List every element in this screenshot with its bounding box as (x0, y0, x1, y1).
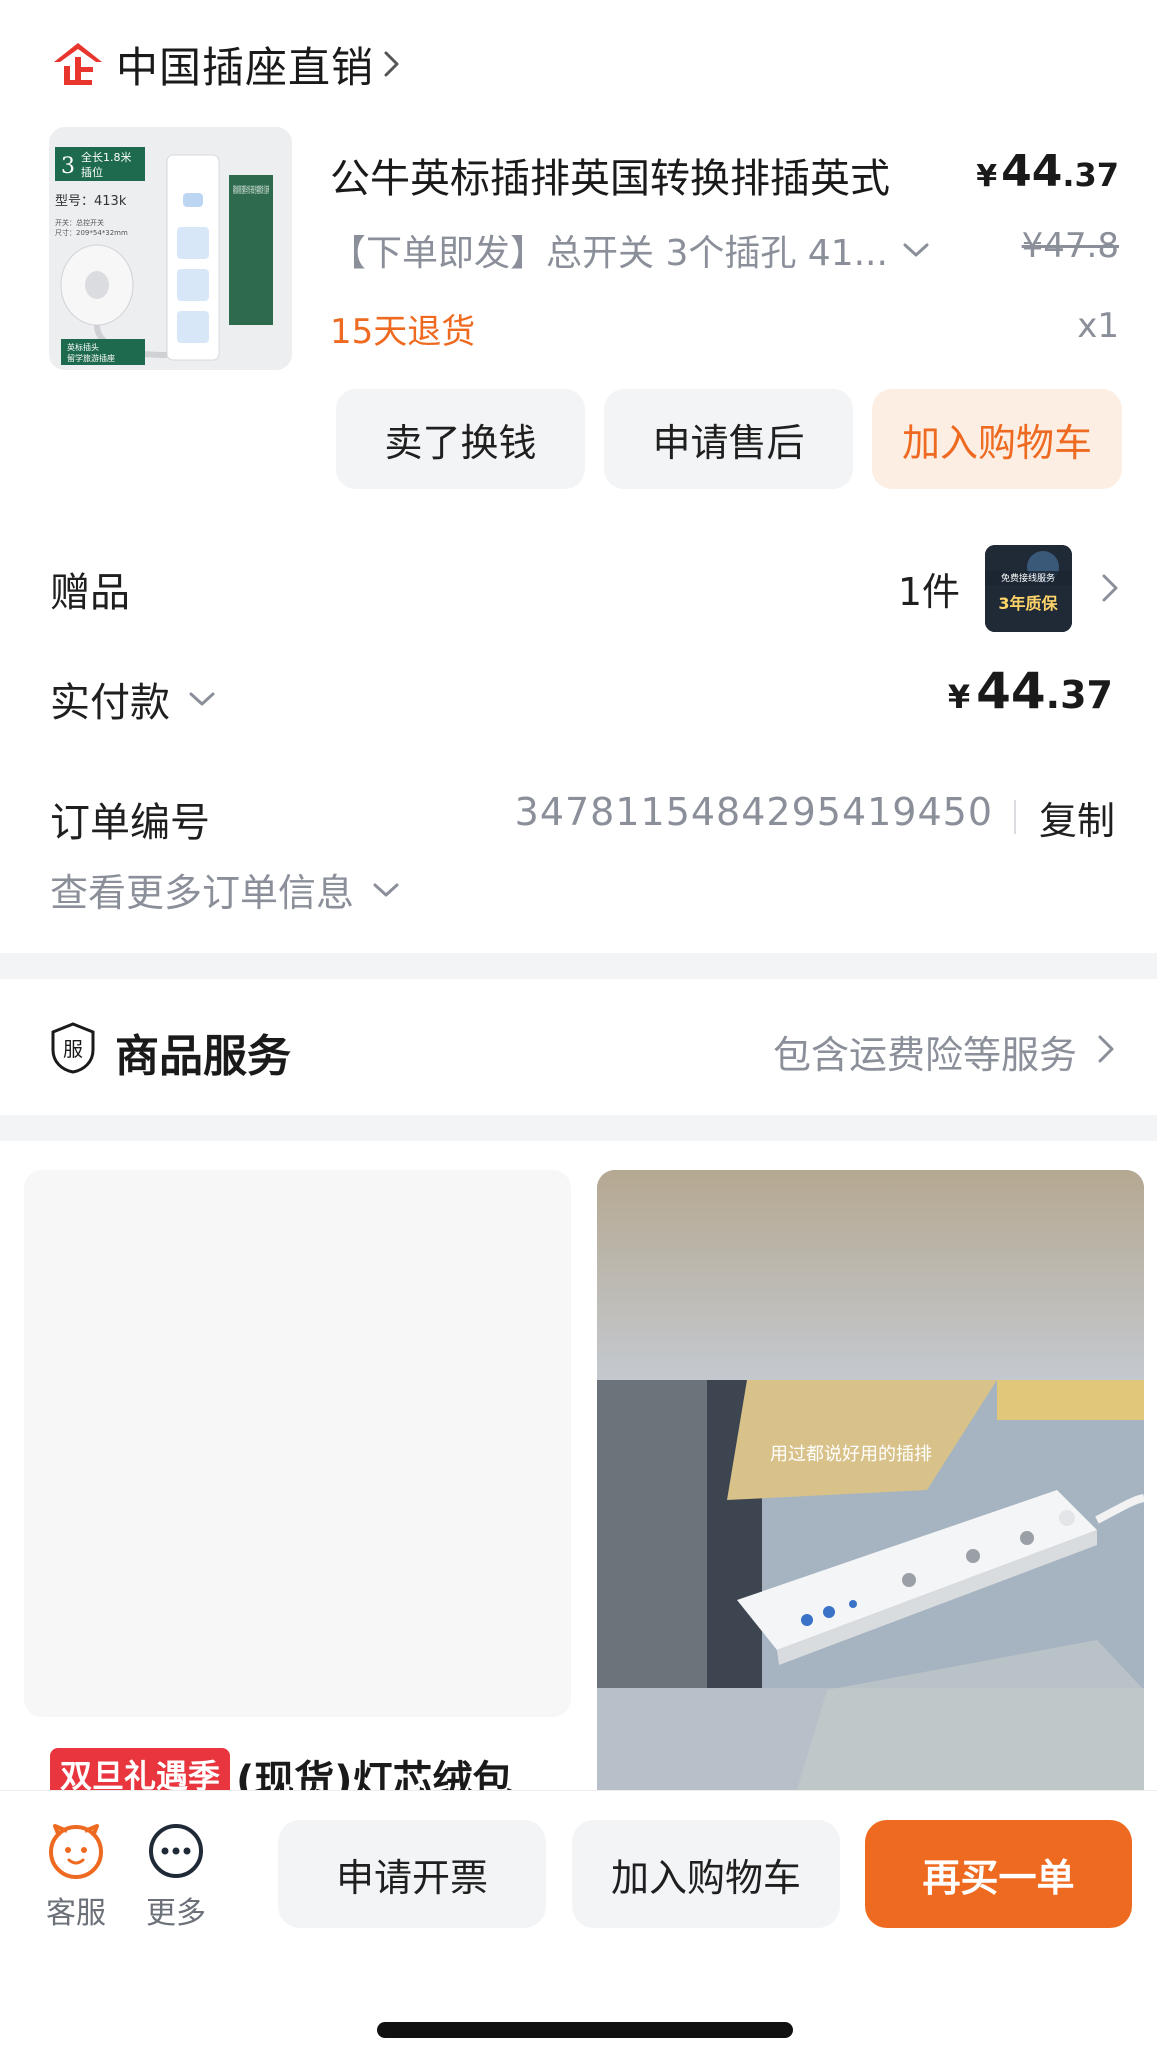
section-divider (0, 953, 1157, 979)
product-title[interactable]: 公牛英标插排英国转换排插英式 (330, 146, 890, 204)
after-sale-button[interactable]: 申请售后 (604, 389, 853, 489)
svg-text:服: 服 (63, 1037, 83, 1061)
chevron-down-icon (189, 692, 215, 706)
service-description[interactable]: 包含运费险等服务 (773, 1024, 1077, 1079)
customer-service-icon (49, 1824, 103, 1879)
order-number: 3478115484295419450 (514, 790, 993, 834)
svg-text:开关：总控开关: 开关：总控开关 (55, 218, 104, 227)
svg-text:留学旅游插座: 留学旅游插座 (67, 353, 115, 363)
product-quantity: x1 (1077, 306, 1119, 346)
chevron-right-icon[interactable] (1101, 572, 1119, 604)
enterprise-logo-icon (54, 43, 102, 85)
svg-text:3: 3 (61, 154, 75, 179)
more-order-info-label: 查看更多订单信息 (50, 871, 355, 915)
chevron-right-icon[interactable] (1097, 1033, 1115, 1065)
power-strip-video-frame (597, 1170, 1144, 1790)
sell-for-cash-button[interactable]: 卖了换钱 (336, 389, 585, 489)
paid-amount: ¥44.37 (948, 662, 1113, 720)
power-strip-image: 3 全长1.8米 插位 型号：413k 开关：总控开关 尺寸：209*54*32… (49, 127, 292, 370)
original-price: ¥47.8 (1021, 226, 1119, 266)
svg-text:插位: 插位 (81, 165, 103, 179)
product-spec-selector[interactable]: 【下单即发】总开关 3个插孔 41... (330, 224, 930, 276)
paid-integer: 44 (976, 662, 1046, 720)
customer-service-button[interactable]: 客服 (36, 1822, 116, 1932)
chevron-down-icon (373, 883, 399, 896)
bottom-add-to-cart-button[interactable]: 加入购物车 (572, 1820, 840, 1928)
svg-text:全长1.8米: 全长1.8米 (81, 150, 132, 164)
warranty-badge-image: 免费接线服务 3年质保 (985, 545, 1072, 632)
store-name[interactable]: 中国插座直销 (116, 34, 374, 95)
svg-text:型号：413k: 型号：413k (55, 194, 127, 209)
apply-invoice-button[interactable]: 申请开票 (278, 1820, 546, 1928)
video-caption: 用过都说好用的插排 (770, 1444, 932, 1465)
service-shield-icon: 服 (51, 1022, 95, 1074)
store-header[interactable]: 中国插座直销 (50, 36, 402, 92)
gift-label: 赠品 (50, 570, 130, 616)
product-price: ¥44.37 (976, 146, 1119, 197)
chevron-down-icon (903, 243, 929, 257)
price-currency: ¥ (976, 159, 998, 194)
svg-text:免费接线服务: 免费接线服务 (1001, 572, 1055, 584)
section-divider (0, 1115, 1157, 1141)
more-button[interactable]: 更多 (136, 1822, 216, 1932)
add-to-cart-button[interactable]: 加入购物车 (872, 389, 1122, 489)
order-number-label: 订单编号 (50, 800, 210, 846)
product-spec-text: 【下单即发】总开关 3个插孔 41... (330, 233, 888, 274)
more-label: 更多 (146, 1896, 206, 1931)
service-title: 商品服务 (115, 1031, 291, 1082)
divider (1014, 800, 1016, 834)
recommend-card-image[interactable] (24, 1170, 571, 1717)
price-integer: 44 (1001, 146, 1063, 197)
paid-label: 实付款 (50, 680, 170, 726)
price-decimal: .37 (1062, 156, 1119, 194)
svg-text:英国 新加坡 阿联酋 巴基斯坦 马尔代夫 马来西亚 巴林 塞: 英国 新加坡 阿联酋 巴基斯坦 马尔代夫 马来西亚 巴林 塞普勒斯 文莱 也门 … (233, 184, 269, 196)
buy-again-button[interactable]: 再买一单 (865, 1820, 1132, 1928)
svg-text:3年质保: 3年质保 (998, 594, 1058, 613)
return-policy-tag: 15天退货 (330, 312, 476, 352)
svg-text:英标插头: 英标插头 (67, 342, 99, 352)
more-icon (149, 1824, 203, 1878)
gift-count[interactable]: 1件 (898, 561, 960, 616)
chevron-right-icon (384, 51, 399, 77)
product-thumbnail[interactable]: 3 全长1.8米 插位 型号：413k 开关：总控开关 尺寸：209*54*32… (49, 127, 292, 370)
home-indicator[interactable] (377, 2022, 793, 2038)
svg-text:尺寸：209*54*32mm: 尺寸：209*54*32mm (55, 228, 128, 237)
paid-amount-toggle[interactable]: 实付款 (50, 670, 216, 728)
paid-decimal: .37 (1045, 673, 1113, 717)
paid-currency: ¥ (947, 678, 971, 716)
copy-order-button[interactable]: 复制 (1039, 790, 1115, 845)
gift-thumbnail[interactable]: 免费接线服务 3年质保 (985, 545, 1072, 632)
recommend-video-card[interactable]: 用过都说好用的插排 (597, 1170, 1144, 1790)
more-order-info-toggle[interactable]: 查看更多订单信息 (50, 862, 400, 917)
customer-service-label: 客服 (46, 1896, 106, 1931)
